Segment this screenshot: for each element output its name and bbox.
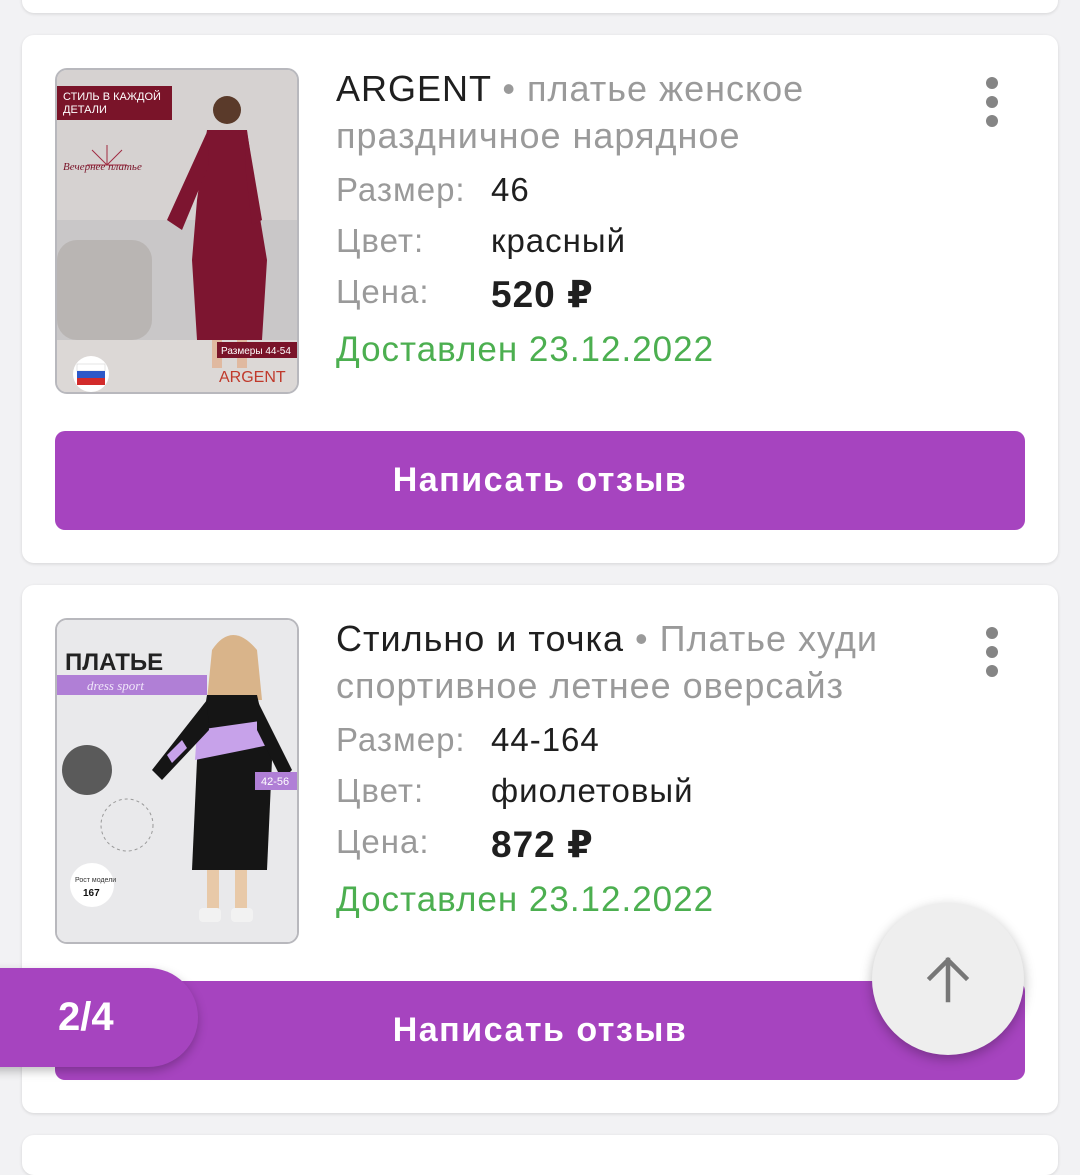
product-title[interactable]: ARGENT • платье женское праздничное наря… (336, 65, 956, 159)
size-value: 46 (491, 171, 530, 208)
more-options-icon[interactable] (982, 627, 1002, 677)
image-headline: ПЛАТЬЕ (65, 649, 163, 676)
dress-photo: СТИЛЬ В КАЖДОЙ ДЕТАЛИ Вечернее платье Ра… (57, 70, 297, 392)
brand-name: ARGENT (336, 68, 492, 109)
page-indicator: 2/4 (0, 968, 198, 1067)
price-label: Цена: (336, 273, 430, 310)
order-card: СТИЛЬ В КАЖДОЙ ДЕТАЛИ Вечернее платье Ра… (22, 35, 1058, 563)
page-indicator-text: 2/4 (58, 995, 114, 1039)
title-separator: • (635, 618, 649, 659)
color-label: Цвет: (336, 772, 425, 809)
delivery-status: Доставлен 23.12.2022 (336, 330, 715, 369)
hoodie-dress-photo: ПЛАТЬЕ dress sport Рост модели 167 42-56 (57, 620, 297, 942)
more-options-icon[interactable] (982, 77, 1002, 127)
scroll-to-top-button[interactable] (872, 903, 1024, 1055)
image-sizes: Размеры 44-54 (221, 346, 291, 357)
image-badge-line1: СТИЛЬ В КАЖДОЙ (63, 90, 161, 103)
product-image[interactable]: ПЛАТЬЕ dress sport Рост модели 167 42-56 (55, 618, 299, 944)
image-height: 167 (83, 888, 100, 899)
size-label: Размер: (336, 721, 466, 758)
title-separator: • (502, 68, 516, 109)
previous-order-card (22, 0, 1058, 13)
write-review-button[interactable]: Написать отзыв (55, 431, 1025, 530)
delivery-status: Доставлен 23.12.2022 (336, 880, 715, 919)
next-order-card (22, 1135, 1058, 1175)
image-height-label: Рост модели (75, 877, 116, 884)
image-caption: Вечернее платье (63, 161, 142, 173)
product-image[interactable]: СТИЛЬ В КАЖДОЙ ДЕТАЛИ Вечернее платье Ра… (55, 68, 299, 394)
image-sizes: 42-56 (261, 776, 289, 788)
size-label: Размер: (336, 171, 466, 208)
price-label: Цена: (336, 823, 430, 860)
color-value: красный (491, 222, 627, 259)
color-label: Цвет: (336, 222, 425, 259)
image-subtitle: dress sport (87, 678, 144, 693)
brand-name: Стильно и точка (336, 618, 625, 659)
product-title[interactable]: Стильно и точка • Платье худи спортивное… (336, 615, 956, 709)
arrow-up-icon (926, 956, 970, 1003)
image-logo: ARGENT (219, 369, 286, 386)
size-value: 44-164 (491, 721, 600, 758)
price-value: 872 ₽ (491, 824, 594, 865)
image-badge-line2: ДЕТАЛИ (63, 104, 107, 116)
color-value: фиолетовый (491, 772, 694, 809)
price-value: 520 ₽ (491, 274, 594, 315)
